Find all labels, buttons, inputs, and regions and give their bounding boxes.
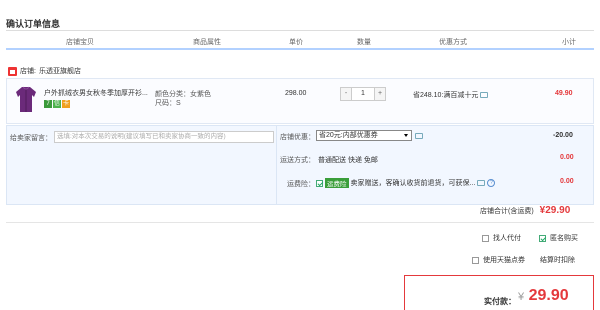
shop-row: 店铺: 乐透亚旗舰店 — [8, 66, 81, 76]
shop-total-row: 店铺合计(含运费) ¥29.90 — [480, 205, 570, 216]
column-header-shop-item: 店铺宝贝 — [66, 39, 94, 46]
shop-name[interactable]: 乐透亚旗舰店 — [39, 66, 81, 76]
shop-discount-selected: 省20元:内部优惠券 — [319, 132, 378, 139]
item-subtotal: 49.90 — [555, 90, 573, 97]
shop-discount-select[interactable]: 省20元:内部优惠券 — [316, 130, 412, 141]
card-icon: 卡 — [62, 100, 70, 108]
shipping-value: 0.00 — [560, 154, 574, 161]
shipping-label: 运送方式： — [280, 157, 315, 164]
quantity-plus-button[interactable]: + — [374, 87, 386, 101]
page-title: 确认订单信息 — [6, 19, 61, 29]
insurance-label: 运费险： — [287, 181, 315, 188]
shop-discount-label: 店铺优惠： — [280, 134, 315, 141]
shipping-method: 普通配送 快递 免邮 — [318, 157, 378, 164]
chevron-down-icon — [404, 134, 408, 137]
shop-total-label: 店铺合计(含运费) — [480, 208, 534, 215]
anonymous-checkbox[interactable] — [539, 234, 546, 242]
shop-label: 店铺: — [20, 68, 36, 75]
seller-message-input[interactable]: 选填:对本次交易的说明(建议填写已和卖家协商一致的内容) — [54, 131, 274, 143]
insurance-tag: 运费险 — [325, 178, 349, 188]
header-divider — [6, 48, 594, 50]
promotion-text: 省248.10:满百减十元 — [413, 92, 479, 99]
insurance-row: 运费险 卖家赠送，客确认收货前退货，可获保... ? — [316, 178, 496, 188]
anonymous-label: 匿名购买 — [550, 235, 578, 242]
settle-note: 结算时扣除 — [540, 257, 575, 264]
divider — [6, 30, 594, 31]
payment-currency: ¥ — [518, 291, 525, 303]
payment-label: 实付款： — [484, 297, 516, 306]
panel-divider — [276, 125, 277, 205]
column-header-unit-price: 单价 — [289, 39, 303, 46]
payment-amount: ¥ 29.90 — [518, 287, 569, 305]
proxy-pay-checkbox[interactable] — [482, 234, 489, 242]
seven-day-return-icon: 7 — [44, 100, 52, 108]
message-label: 给卖家留言： — [10, 135, 52, 142]
insurance-checkbox[interactable] — [316, 179, 323, 187]
discount-info-icon[interactable] — [415, 133, 423, 139]
credit-icon: 信 — [53, 100, 61, 108]
attribute-size: 尺码：S — [155, 100, 181, 107]
quantity-stepper: - 1 + — [340, 87, 386, 101]
order-item-row — [6, 78, 594, 124]
tmall-points-option[interactable]: 使用天猫点券 — [472, 255, 525, 265]
anonymous-option[interactable]: 匿名购买 — [539, 233, 578, 243]
divider — [6, 222, 594, 223]
proxy-pay-label: 找人代付 — [493, 235, 521, 242]
proxy-pay-option[interactable]: 找人代付 — [482, 233, 521, 243]
insurance-value: 0.00 — [560, 178, 574, 185]
shop-icon — [8, 66, 17, 76]
shop-total-value: ¥29.90 — [539, 205, 571, 216]
tmall-points-label: 使用天猫点券 — [483, 257, 525, 264]
column-header-subtotal: 小计 — [562, 39, 576, 46]
column-header-attributes: 商品属性 — [193, 39, 221, 46]
promotion-info-icon[interactable] — [480, 92, 489, 98]
insurance-chat-icon[interactable] — [477, 180, 486, 186]
payment-value: 29.90 — [528, 287, 569, 304]
item-promotion: 省248.10:满百减十元 — [413, 90, 489, 100]
column-header-quantity: 数量 — [357, 39, 371, 46]
help-icon[interactable]: ? — [487, 179, 496, 187]
product-name-link[interactable]: 户外抓绒衣男女秋冬季加厚开衫... — [44, 88, 149, 98]
insurance-text: 卖家赠送，客确认收货前退货，可获保... — [350, 180, 476, 187]
quantity-minus-button[interactable]: - — [340, 87, 352, 101]
service-badges: 7 信 卡 — [44, 100, 70, 108]
shop-discount-value: -20.00 — [553, 132, 573, 139]
column-header-discount: 优惠方式 — [439, 39, 467, 46]
unit-price: 298.00 — [285, 90, 307, 97]
quantity-input[interactable]: 1 — [352, 87, 374, 101]
tmall-points-checkbox[interactable] — [472, 256, 479, 264]
product-thumbnail[interactable] — [14, 85, 38, 113]
